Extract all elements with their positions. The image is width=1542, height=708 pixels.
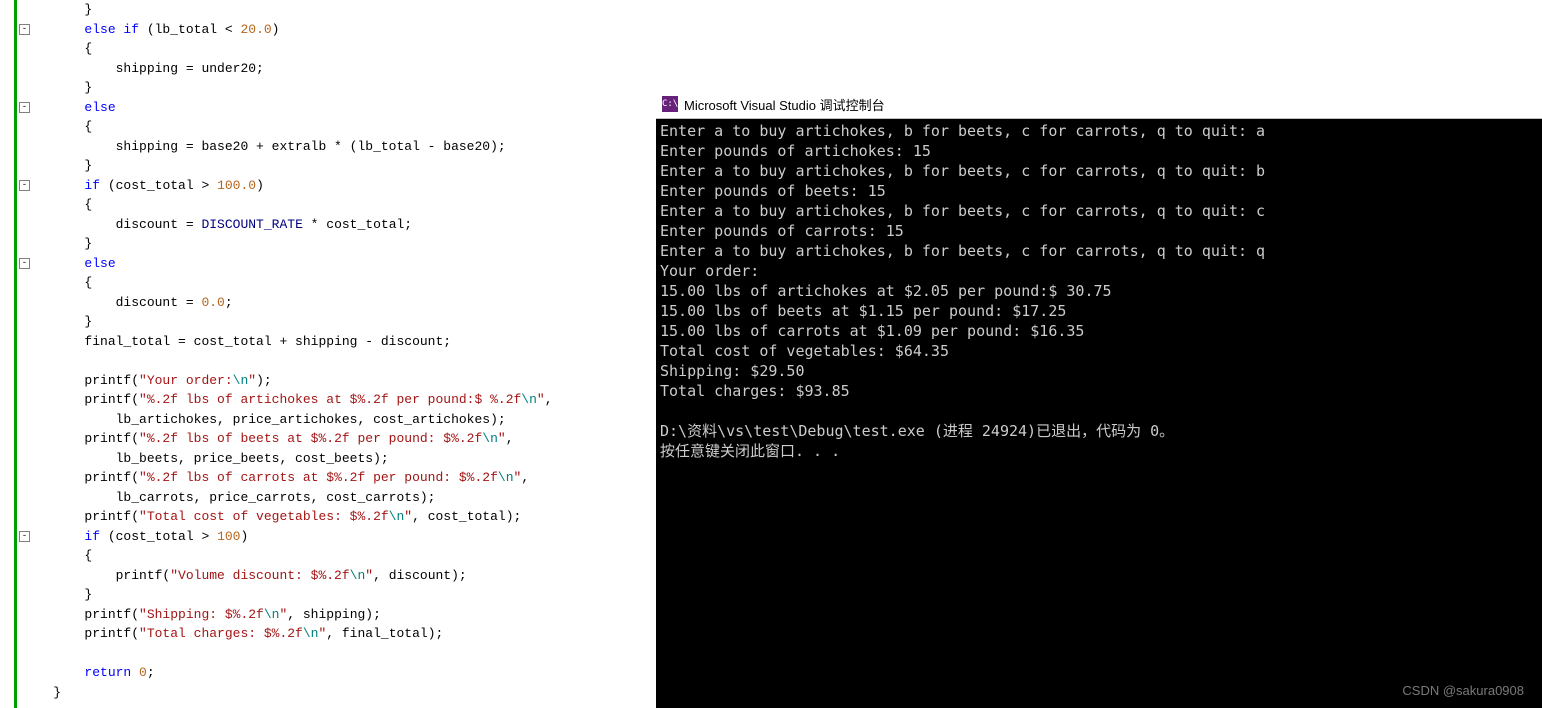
console-titlebar[interactable]: C:\ Microsoft Visual Studio 调试控制台	[656, 90, 1542, 119]
console-title-text: Microsoft Visual Studio 调试控制台	[684, 95, 885, 114]
console-line: Enter a to buy artichokes, b for beets, …	[660, 201, 1538, 221]
code-line[interactable]	[22, 351, 656, 371]
code-line[interactable]: {	[22, 117, 656, 137]
code-line[interactable]: final_total = cost_total + shipping - di…	[22, 332, 656, 352]
code-line[interactable]: discount = DISCOUNT_RATE * cost_total;	[22, 215, 656, 235]
code-line[interactable]	[22, 644, 656, 664]
code-content[interactable]: } else if (lb_total < 20.0) { shipping =…	[22, 0, 656, 702]
console-line: Enter a to buy artichokes, b for beets, …	[660, 241, 1538, 261]
console-line: Enter pounds of beets: 15	[660, 181, 1538, 201]
code-line[interactable]: else	[22, 98, 656, 118]
console-line: Enter pounds of carrots: 15	[660, 221, 1538, 241]
console-line: D:\资料\vs\test\Debug\test.exe (进程 24924)已…	[660, 421, 1538, 441]
code-line[interactable]: }	[22, 683, 656, 703]
console-line: Enter a to buy artichokes, b for beets, …	[660, 161, 1538, 181]
console-line: 15.00 lbs of beets at $1.15 per pound: $…	[660, 301, 1538, 321]
console-line: 15.00 lbs of carrots at $1.09 per pound:…	[660, 321, 1538, 341]
code-line[interactable]: if (cost_total > 100.0)	[22, 176, 656, 196]
console-line: Shipping: $29.50	[660, 361, 1538, 381]
code-line[interactable]: printf("Total cost of vegetables: $%.2f\…	[22, 507, 656, 527]
app-root: ----- } else if (lb_total < 20.0) { ship…	[0, 0, 1542, 708]
code-line[interactable]: {	[22, 546, 656, 566]
editor-gutter	[0, 0, 14, 708]
console-line: 按任意键关闭此窗口. . .	[660, 441, 1538, 461]
code-line[interactable]: }	[22, 0, 656, 20]
code-line[interactable]: lb_beets, price_beets, cost_beets);	[22, 449, 656, 469]
code-editor-pane[interactable]: ----- } else if (lb_total < 20.0) { ship…	[0, 0, 656, 708]
console-output[interactable]: Enter a to buy artichokes, b for beets, …	[656, 119, 1542, 708]
code-line[interactable]: printf("Volume discount: $%.2f\n", disco…	[22, 566, 656, 586]
code-line[interactable]: if (cost_total > 100)	[22, 527, 656, 547]
code-line[interactable]: shipping = under20;	[22, 59, 656, 79]
code-line[interactable]: printf("%.2f lbs of artichokes at $%.2f …	[22, 390, 656, 410]
code-line[interactable]: {	[22, 39, 656, 59]
code-line[interactable]: }	[22, 312, 656, 332]
code-line[interactable]: printf("%.2f lbs of beets at $%.2f per p…	[22, 429, 656, 449]
code-line[interactable]: }	[22, 156, 656, 176]
code-line[interactable]: return 0;	[22, 663, 656, 683]
code-line[interactable]: discount = 0.0;	[22, 293, 656, 313]
code-line[interactable]: lb_artichokes, price_artichokes, cost_ar…	[22, 410, 656, 430]
code-line[interactable]: printf("%.2f lbs of carrots at $%.2f per…	[22, 468, 656, 488]
code-line[interactable]: printf("Shipping: $%.2f\n", shipping);	[22, 605, 656, 625]
console-line: Total cost of vegetables: $64.35	[660, 341, 1538, 361]
console-line: 15.00 lbs of artichokes at $2.05 per pou…	[660, 281, 1538, 301]
console-line: Total charges: $93.85	[660, 381, 1538, 401]
code-line[interactable]: }	[22, 78, 656, 98]
debug-console-window: C:\ Microsoft Visual Studio 调试控制台 Enter …	[656, 90, 1542, 708]
code-line[interactable]: else	[22, 254, 656, 274]
code-line[interactable]: else if (lb_total < 20.0)	[22, 20, 656, 40]
code-line[interactable]: {	[22, 195, 656, 215]
code-line[interactable]: }	[22, 234, 656, 254]
code-line[interactable]: printf("Your order:\n");	[22, 371, 656, 391]
watermark-text: CSDN @sakura0908	[1402, 683, 1524, 698]
code-line[interactable]: printf("Total charges: $%.2f\n", final_t…	[22, 624, 656, 644]
code-line[interactable]: {	[22, 273, 656, 293]
vs-console-icon: C:\	[662, 96, 678, 112]
modified-indicator-bar	[14, 0, 17, 708]
code-line[interactable]: lb_carrots, price_carrots, cost_carrots)…	[22, 488, 656, 508]
code-line[interactable]: shipping = base20 + extralb * (lb_total …	[22, 137, 656, 157]
console-line: Enter a to buy artichokes, b for beets, …	[660, 121, 1538, 141]
console-line: Enter pounds of artichokes: 15	[660, 141, 1538, 161]
console-line	[660, 401, 1538, 421]
console-line: Your order:	[660, 261, 1538, 281]
code-line[interactable]: }	[22, 585, 656, 605]
